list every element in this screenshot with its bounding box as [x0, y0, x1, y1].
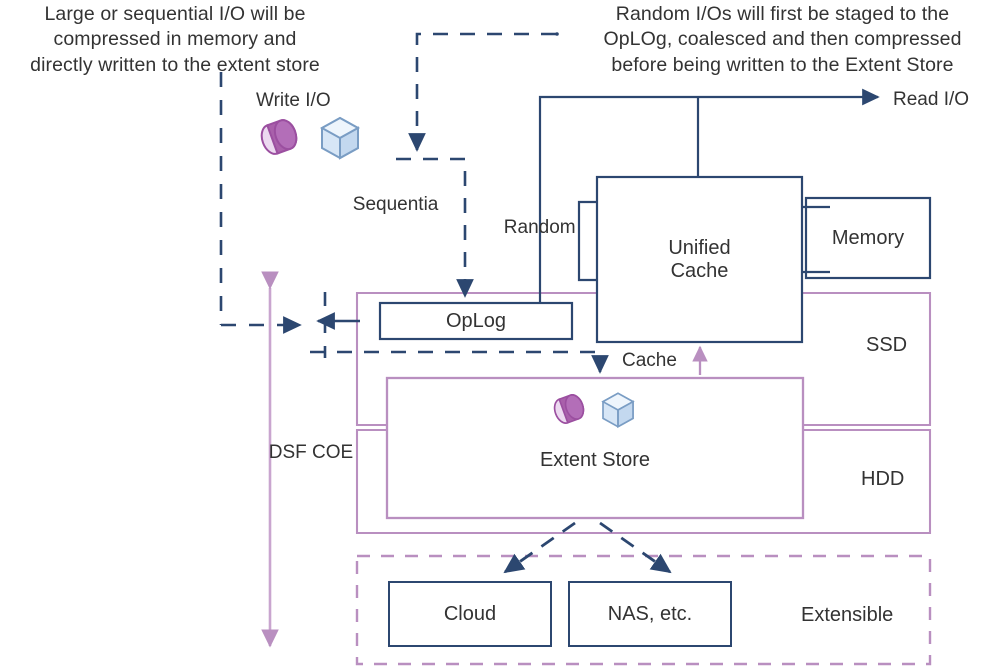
extent-store-disk-cylinder-icon: [549, 388, 589, 430]
oplog-label: OpLog: [445, 309, 507, 332]
cache-label: Cache: [622, 350, 677, 371]
unified-cache-box[interactable]: Unified Cache: [597, 177, 802, 342]
cloud-label: Cloud: [443, 602, 497, 625]
annotation-right: Random I/Os will first be staged to the …: [603, 3, 962, 76]
write-io-label: Write I/O: [256, 90, 331, 111]
annotation-leader: [555, 32, 559, 36]
sequential-label: Sequentia: [352, 193, 439, 215]
random-label: Random: [503, 216, 576, 238]
ssd-tier-label: SSD: [866, 334, 908, 356]
dsf-coe-label: DSF COE: [268, 441, 354, 463]
unified-cache-label-line2: Cache: [670, 259, 729, 282]
annotation-left: Large or sequential I/O will be compress…: [30, 3, 320, 76]
extent-to-tier-arrows: [503, 521, 672, 574]
memory-tier-box[interactable]: Memory: [806, 198, 930, 278]
extent-store-block-cube-icon: [598, 390, 638, 430]
memory-tier-label: Memory: [831, 226, 905, 249]
nas-box[interactable]: NAS, etc.: [568, 581, 732, 647]
cloud-box[interactable]: Cloud: [388, 581, 552, 647]
read-io-label: Read I/O: [893, 89, 970, 110]
oplog-box[interactable]: OpLog: [380, 303, 572, 339]
diagram-canvas: Large or sequential I/O will be compress…: [0, 0, 1000, 667]
hdd-tier-label: HDD: [861, 468, 905, 490]
unified-cache-label-line1: Unified: [668, 236, 731, 259]
extent-store-label: Extent Store: [539, 449, 651, 471]
extensible-tier-label: Extensible: [801, 604, 894, 626]
disk-cylinder-icon: [255, 112, 303, 162]
block-cube-icon: [316, 114, 364, 162]
nas-label: NAS, etc.: [607, 602, 693, 625]
